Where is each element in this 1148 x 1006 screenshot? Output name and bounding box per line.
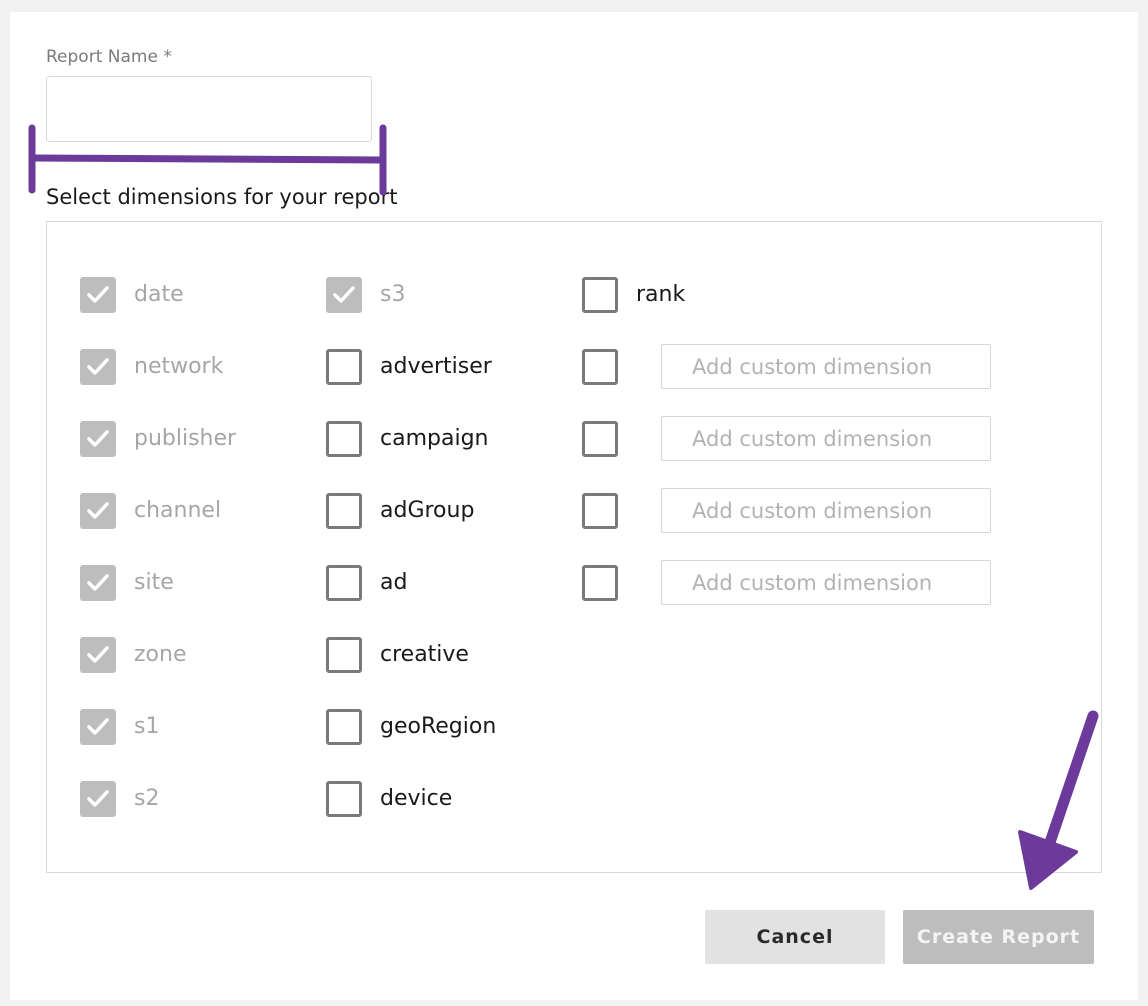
checkbox-site[interactable] [80, 565, 116, 601]
checkbox-ad[interactable] [326, 565, 362, 601]
dimension-label-s3: s3 [380, 282, 406, 307]
dimensions-label: Select dimensions for your report [46, 185, 398, 209]
cancel-button[interactable]: Cancel [705, 910, 885, 964]
checkbox-custom-3[interactable] [582, 493, 618, 529]
checkbox-georegion[interactable] [326, 709, 362, 745]
report-name-label: Report Name * [46, 47, 172, 67]
dimension-label-s2: s2 [134, 786, 160, 811]
checkbox-custom-1[interactable] [582, 349, 618, 385]
dimension-label-campaign[interactable]: campaign [380, 421, 488, 457]
checkbox-s3[interactable] [326, 277, 362, 313]
custom-dimension-input-1[interactable] [661, 344, 991, 389]
create-report-button[interactable]: Create Report [903, 910, 1094, 964]
dimensions-panel [46, 221, 1102, 873]
dimension-label-date: date [134, 282, 184, 307]
checkbox-publisher[interactable] [80, 421, 116, 457]
checkbox-date[interactable] [80, 277, 116, 313]
checkbox-advertiser[interactable] [326, 349, 362, 385]
checkbox-channel[interactable] [80, 493, 116, 529]
checkbox-zone[interactable] [80, 637, 116, 673]
checkbox-s2[interactable] [80, 781, 116, 817]
dimension-label-creative[interactable]: creative [380, 637, 469, 673]
checkbox-campaign[interactable] [326, 421, 362, 457]
dimension-label-s1: s1 [134, 714, 160, 739]
checkbox-custom-4[interactable] [582, 565, 618, 601]
custom-dimension-input-4[interactable] [661, 560, 991, 605]
checkbox-rank[interactable] [582, 277, 618, 313]
dimension-label-rank[interactable]: rank [636, 277, 685, 313]
dimension-label-network: network [134, 354, 224, 379]
dimension-label-ad[interactable]: ad [380, 565, 407, 601]
dimension-label-adgroup[interactable]: adGroup [380, 493, 474, 529]
checkbox-s1[interactable] [80, 709, 116, 745]
checkbox-creative[interactable] [326, 637, 362, 673]
checkbox-adgroup[interactable] [326, 493, 362, 529]
custom-dimension-input-3[interactable] [661, 488, 991, 533]
dimension-label-device[interactable]: device [380, 781, 452, 817]
custom-dimension-input-2[interactable] [661, 416, 991, 461]
dimension-label-publisher: publisher [134, 426, 237, 451]
dimension-label-advertiser[interactable]: advertiser [380, 349, 492, 385]
dimension-label-zone: zone [134, 642, 187, 667]
checkbox-device[interactable] [326, 781, 362, 817]
checkbox-network[interactable] [80, 349, 116, 385]
dimension-label-georegion[interactable]: geoRegion [380, 709, 496, 745]
dimension-label-channel: channel [134, 498, 222, 523]
report-name-input[interactable] [46, 76, 372, 142]
dimension-label-site: site [134, 570, 174, 595]
checkbox-custom-2[interactable] [582, 421, 618, 457]
